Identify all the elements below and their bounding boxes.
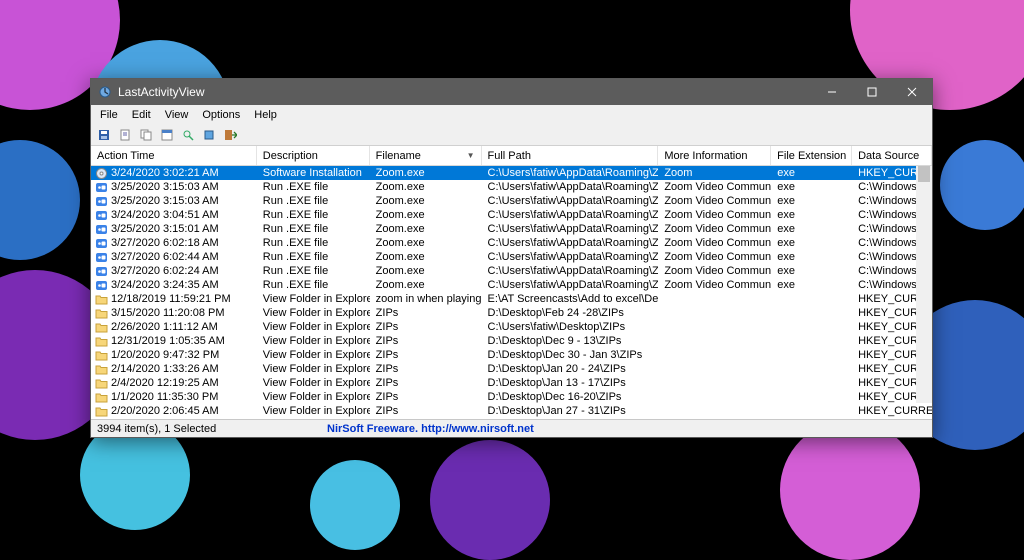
folder-icon: [94, 377, 108, 389]
table-row[interactable]: 1/1/2020 11:35:30 PMView Folder in Explo…: [91, 390, 932, 404]
table-row[interactable]: 3/25/2020 3:15:03 AMRun .EXE fileZoom.ex…: [91, 194, 932, 208]
copy-icon[interactable]: [137, 126, 155, 144]
app-icon: [94, 209, 108, 221]
app-icon: [94, 279, 108, 291]
col-description[interactable]: Description: [257, 146, 370, 165]
col-more-info[interactable]: More Information: [658, 146, 771, 165]
menu-view[interactable]: View: [158, 108, 196, 122]
status-link[interactable]: NirSoft Freeware. http://www.nirsoft.net: [327, 423, 534, 435]
menu-edit[interactable]: Edit: [125, 108, 158, 122]
menu-options[interactable]: Options: [195, 108, 247, 122]
table-row[interactable]: 3/25/2020 3:15:01 AMRun .EXE fileZoom.ex…: [91, 222, 932, 236]
menubar: File Edit View Options Help: [91, 105, 932, 124]
close-button[interactable]: [892, 79, 932, 105]
folder-icon: [94, 349, 108, 361]
folder-icon: [94, 405, 108, 417]
status-count: 3994 item(s), 1 Selected: [97, 423, 327, 435]
folder-icon: [94, 307, 108, 319]
table-row[interactable]: 1/20/2020 9:47:32 PMView Folder in Explo…: [91, 348, 932, 362]
column-headers: Action Time Description Filename▼ Full P…: [91, 146, 932, 166]
table-row[interactable]: 3/24/2020 3:04:51 AMRun .EXE fileZoom.ex…: [91, 208, 932, 222]
app-icon: [94, 181, 108, 193]
table-row[interactable]: 2/4/2020 12:19:25 AMView Folder in Explo…: [91, 376, 932, 390]
titlebar[interactable]: LastActivityView: [91, 79, 932, 105]
folder-icon: [94, 321, 108, 333]
col-data-source[interactable]: Data Source: [852, 146, 932, 165]
col-file-ext[interactable]: File Extension: [771, 146, 852, 165]
app-icon: [94, 223, 108, 235]
sort-desc-icon: ▼: [467, 151, 475, 160]
table-row[interactable]: 3/15/2020 11:20:08 PMView Folder in Expl…: [91, 306, 932, 320]
table-row[interactable]: 3/27/2020 6:02:24 AMRun .EXE fileZoom.ex…: [91, 264, 932, 278]
table-row[interactable]: 2/14/2020 1:33:26 AMView Folder in Explo…: [91, 362, 932, 376]
table-row[interactable]: 3/24/2020 3:24:35 AMRun .EXE fileZoom.ex…: [91, 278, 932, 292]
app-icon: [94, 195, 108, 207]
app-icon: [97, 84, 113, 100]
app-icon: [94, 237, 108, 249]
table-row[interactable]: 2/20/2020 2:06:45 AMView Folder in Explo…: [91, 404, 932, 418]
col-filename[interactable]: Filename▼: [370, 146, 482, 165]
table-row[interactable]: 12/18/2019 11:59:21 PMView Folder in Exp…: [91, 292, 932, 306]
refresh-icon[interactable]: [200, 126, 218, 144]
app-window: LastActivityView File Edit View Options …: [90, 78, 933, 438]
minimize-button[interactable]: [812, 79, 852, 105]
save-icon[interactable]: [95, 126, 113, 144]
find-icon[interactable]: [179, 126, 197, 144]
statusbar: 3994 item(s), 1 Selected NirSoft Freewar…: [91, 419, 932, 437]
menu-help[interactable]: Help: [247, 108, 284, 122]
window-title: LastActivityView: [118, 85, 812, 99]
folder-icon: [94, 391, 108, 403]
table-row[interactable]: 3/27/2020 6:02:44 AMRun .EXE fileZoom.ex…: [91, 250, 932, 264]
page-icon[interactable]: [116, 126, 134, 144]
app-icon: [94, 251, 108, 263]
exit-icon[interactable]: [221, 126, 239, 144]
app-icon: [94, 265, 108, 277]
cd-icon: [94, 167, 108, 179]
table-row[interactable]: 3/27/2020 6:02:18 AMRun .EXE fileZoom.ex…: [91, 236, 932, 250]
col-action-time[interactable]: Action Time: [91, 146, 257, 165]
props-icon[interactable]: [158, 126, 176, 144]
folder-icon: [94, 293, 108, 305]
folder-icon: [94, 363, 108, 375]
table-row[interactable]: 3/24/2020 3:02:21 AMSoftware Installatio…: [91, 166, 932, 180]
table-row[interactable]: 2/26/2020 1:11:12 AMView Folder in Explo…: [91, 320, 932, 334]
menu-file[interactable]: File: [93, 108, 125, 122]
data-grid[interactable]: Action Time Description Filename▼ Full P…: [91, 146, 932, 419]
table-row[interactable]: 12/31/2019 1:05:35 AMView Folder in Expl…: [91, 334, 932, 348]
toolbar: [91, 124, 932, 146]
maximize-button[interactable]: [852, 79, 892, 105]
vertical-scrollbar[interactable]: [916, 166, 932, 403]
folder-icon: [94, 335, 108, 347]
col-full-path[interactable]: Full Path: [482, 146, 659, 165]
table-row[interactable]: 3/25/2020 3:15:03 AMRun .EXE fileZoom.ex…: [91, 180, 932, 194]
